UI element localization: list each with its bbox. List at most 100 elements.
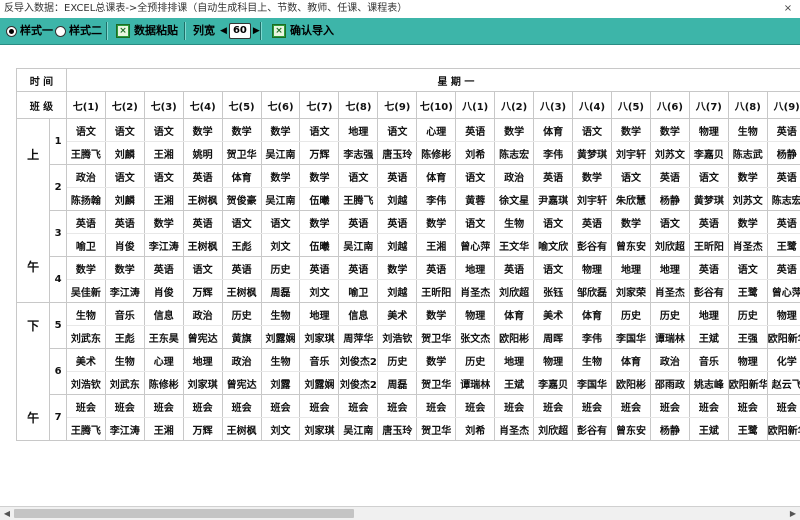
teacher-cell[interactable]: 陈志宏 — [766, 187, 800, 211]
teacher-cell[interactable]: 李嘉贝 — [533, 371, 574, 395]
subject-cell[interactable]: 生物 — [260, 302, 301, 326]
subject-cell[interactable]: 地理 — [688, 302, 729, 326]
subject-cell[interactable]: 体育 — [572, 302, 612, 326]
subject-cell[interactable]: 音乐 — [688, 348, 729, 372]
subject-cell[interactable]: 物理 — [572, 256, 612, 280]
subject-cell[interactable]: 英语 — [494, 256, 535, 280]
teacher-cell[interactable]: 伍曦 — [299, 233, 340, 257]
teacher-cell[interactable]: 肖圣杰 — [455, 279, 496, 303]
subject-cell[interactable]: 数学 — [65, 256, 106, 280]
teacher-cell[interactable]: 贺俊豪 — [221, 187, 262, 211]
subject-cell[interactable]: 班会 — [65, 394, 106, 418]
subject-cell[interactable]: 班会 — [494, 394, 535, 418]
subject-cell[interactable]: 班会 — [104, 394, 145, 418]
subject-cell[interactable]: 语文 — [572, 118, 612, 142]
teacher-cell[interactable]: 李伟 — [416, 187, 457, 211]
subject-cell[interactable]: 英语 — [455, 118, 496, 142]
teacher-cell[interactable]: 刘苏文 — [727, 187, 768, 211]
teacher-cell[interactable]: 姚志峰 — [688, 371, 729, 395]
subject-cell[interactable]: 数学 — [104, 256, 145, 280]
close-icon[interactable]: × — [780, 2, 796, 15]
subject-cell[interactable]: 班会 — [338, 394, 379, 418]
subject-cell[interactable]: 心理 — [416, 118, 457, 142]
teacher-cell[interactable]: 陈修彬 — [143, 371, 184, 395]
teacher-cell[interactable]: 李伟 — [533, 141, 574, 165]
teacher-cell[interactable]: 王彪 — [221, 233, 262, 257]
subject-cell[interactable]: 英语 — [221, 256, 262, 280]
teacher-cell[interactable]: 喻卫 — [338, 279, 379, 303]
teacher-cell[interactable]: 邵雨政 — [649, 371, 690, 395]
teacher-cell[interactable]: 吴江南 — [260, 187, 301, 211]
subject-cell[interactable]: 体育 — [533, 118, 574, 142]
subject-cell[interactable]: 数学 — [610, 118, 651, 142]
subject-cell[interactable]: 数学 — [727, 164, 768, 188]
teacher-cell[interactable]: 肖俊 — [143, 279, 184, 303]
subject-cell[interactable]: 体育 — [494, 302, 535, 326]
teacher-cell[interactable]: 王腾飞 — [338, 187, 379, 211]
teacher-cell[interactable]: 曾心萍 — [455, 233, 496, 257]
teacher-cell[interactable]: 王斌 — [688, 417, 729, 441]
teacher-cell[interactable]: 王彪 — [104, 325, 145, 349]
subject-cell[interactable]: 历史 — [221, 302, 262, 326]
teacher-cell[interactable]: 刘家琪 — [182, 371, 223, 395]
subject-cell[interactable]: 地理 — [610, 256, 651, 280]
subject-cell[interactable]: 地理 — [338, 118, 379, 142]
teacher-cell[interactable]: 刘欣超 — [494, 279, 535, 303]
subject-cell[interactable]: 数学 — [182, 118, 223, 142]
subject-cell[interactable]: 数学 — [727, 210, 768, 234]
subject-cell[interactable]: 英语 — [766, 164, 800, 188]
teacher-cell[interactable]: 李国华 — [572, 371, 612, 395]
subject-cell[interactable]: 生物 — [104, 348, 145, 372]
subject-cell[interactable]: 美术 — [533, 302, 574, 326]
subject-cell[interactable]: 化学 — [766, 348, 800, 372]
subject-cell[interactable]: 英语 — [649, 164, 690, 188]
subject-cell[interactable]: 体育 — [416, 164, 457, 188]
teacher-cell[interactable]: 黄旗 — [221, 325, 262, 349]
subject-cell[interactable]: 英语 — [688, 256, 729, 280]
teacher-cell[interactable]: 王树枫 — [221, 279, 262, 303]
subject-cell[interactable]: 数学 — [299, 164, 340, 188]
subject-cell[interactable]: 班会 — [688, 394, 729, 418]
subject-cell[interactable]: 语文 — [65, 118, 106, 142]
teacher-cell[interactable]: 曾东安 — [610, 417, 651, 441]
teacher-cell[interactable]: 欧阳彬 — [610, 371, 651, 395]
timetable-grid[interactable]: 时 间星 期 一班 级七(1) 七(2) 七(3) 七(4) 七(5) 七(6) 七(7) 七… — [16, 68, 800, 506]
subject-cell[interactable]: 信息 — [338, 302, 379, 326]
teacher-cell[interactable]: 陈志武 — [727, 141, 768, 165]
teacher-cell[interactable]: 李伟 — [572, 325, 612, 349]
teacher-cell[interactable]: 王树枫 — [182, 233, 223, 257]
subject-cell[interactable]: 美术 — [65, 348, 106, 372]
subject-cell[interactable]: 政治 — [65, 164, 106, 188]
teacher-cell[interactable]: 刘家琪 — [299, 417, 340, 441]
teacher-cell[interactable]: 刘麟 — [104, 187, 145, 211]
decrease-arrow-icon[interactable]: ◀ — [219, 18, 228, 44]
teacher-cell[interactable]: 陈志宏 — [494, 141, 535, 165]
horizontal-scrollbar[interactable]: ◀ ▶ — [0, 506, 800, 520]
teacher-cell[interactable]: 刘露 — [260, 371, 301, 395]
subject-cell[interactable]: 英语 — [338, 256, 379, 280]
teacher-cell[interactable]: 周晖 — [533, 325, 574, 349]
confirm-import-button[interactable]: 确认导入 — [272, 18, 334, 44]
subject-cell[interactable]: 语文 — [688, 164, 729, 188]
subject-cell[interactable]: 英语 — [766, 118, 800, 142]
teacher-cell[interactable]: 王昕阳 — [416, 279, 457, 303]
subject-cell[interactable]: 班会 — [416, 394, 457, 418]
subject-cell[interactable]: 体育 — [610, 348, 651, 372]
teacher-cell[interactable]: 周萍华 — [338, 325, 379, 349]
teacher-cell[interactable]: 伍曦 — [299, 187, 340, 211]
teacher-cell[interactable]: 彭谷有 — [688, 279, 729, 303]
subject-cell[interactable]: 数学 — [260, 164, 301, 188]
subject-cell[interactable]: 语文 — [649, 210, 690, 234]
teacher-cell[interactable]: 尹嘉琪 — [533, 187, 574, 211]
teacher-cell[interactable]: 肖俊 — [104, 233, 145, 257]
teacher-cell[interactable]: 刘文 — [260, 417, 301, 441]
scrollbar-thumb[interactable] — [14, 509, 354, 518]
teacher-cell[interactable]: 杨静 — [649, 187, 690, 211]
subject-cell[interactable]: 刘俊杰2 — [338, 348, 379, 372]
teacher-cell[interactable]: 王腾飞 — [65, 417, 106, 441]
teacher-cell[interactable]: 彭谷有 — [572, 417, 612, 441]
teacher-cell[interactable]: 刘越 — [377, 187, 418, 211]
teacher-cell[interactable]: 黄梦琪 — [572, 141, 612, 165]
subject-cell[interactable]: 数学 — [649, 118, 690, 142]
teacher-cell[interactable]: 刘武东 — [104, 371, 145, 395]
